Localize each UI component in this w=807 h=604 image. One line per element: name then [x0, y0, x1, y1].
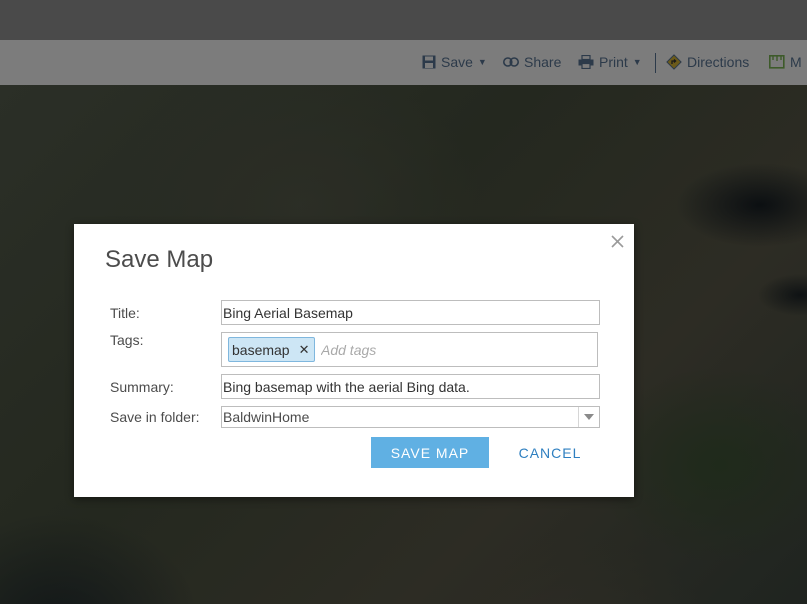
directions-button[interactable]: Directions: [666, 52, 749, 72]
save-menu-button[interactable]: Save ▼: [422, 52, 487, 72]
tags-input-box[interactable]: basemap ✕: [221, 332, 598, 367]
tag-chip-label: basemap: [232, 341, 290, 358]
folder-select-value: BaldwinHome: [223, 409, 310, 425]
chevron-down-icon: ▼: [477, 57, 487, 67]
cancel-button[interactable]: CANCEL: [506, 437, 594, 468]
title-label: Title:: [110, 305, 140, 321]
measure-icon: [769, 55, 785, 69]
share-label: Share: [524, 54, 562, 70]
folder-label: Save in folder:: [110, 409, 200, 425]
link-icon: [503, 57, 519, 67]
save-map-dialog: Save Map Title: Tags: basemap ✕ Summary:…: [74, 224, 634, 497]
remove-tag-icon[interactable]: ✕: [299, 342, 310, 358]
share-button[interactable]: Share: [503, 52, 561, 72]
summary-input[interactable]: [221, 374, 600, 399]
folder-select[interactable]: BaldwinHome: [221, 406, 600, 428]
dialog-title: Save Map: [105, 246, 214, 273]
chevron-down-icon: ▼: [632, 57, 642, 67]
measure-label: M: [790, 54, 802, 70]
tags-label: Tags:: [110, 332, 144, 348]
save-map-button[interactable]: SAVE MAP: [371, 437, 489, 468]
directions-icon: [666, 54, 682, 70]
save-icon: [422, 55, 436, 69]
close-button[interactable]: [608, 232, 626, 250]
save-menu-label: Save: [441, 54, 473, 70]
add-tags-input[interactable]: [319, 339, 523, 361]
summary-label: Summary:: [110, 379, 174, 395]
tag-chip: basemap ✕: [228, 337, 315, 362]
printer-icon: [578, 55, 594, 69]
measure-button[interactable]: M: [769, 52, 802, 72]
close-icon: [610, 234, 624, 248]
title-input[interactable]: [221, 300, 600, 325]
print-menu-button[interactable]: Print ▼: [578, 52, 642, 72]
app-header: [0, 0, 807, 40]
map-toolbar: Save ▼ Share Print ▼ Directions M: [0, 40, 807, 85]
chevron-down-icon: [584, 414, 594, 420]
print-label: Print: [599, 54, 628, 70]
directions-label: Directions: [687, 54, 750, 70]
dropdown-arrow[interactable]: [578, 407, 599, 427]
toolbar-divider: [655, 53, 656, 73]
